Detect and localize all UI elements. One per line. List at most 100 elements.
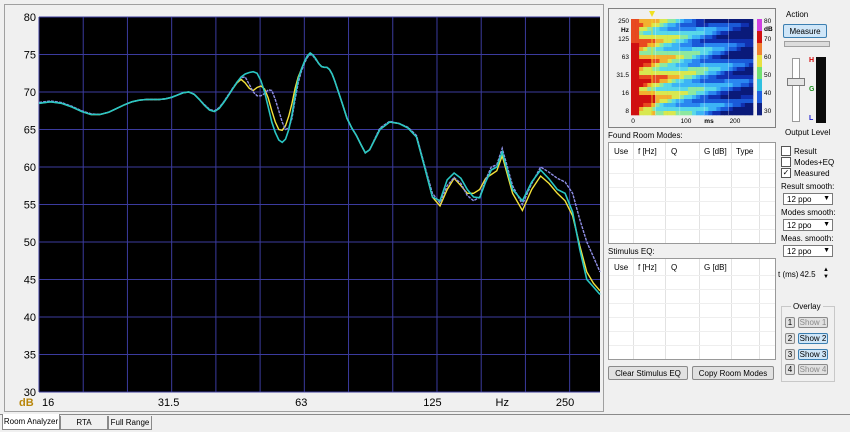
chevron-down-icon[interactable]: ▼ [823, 247, 830, 254]
overlay-1-number[interactable]: 1 [785, 317, 795, 328]
modes-smooth-value: 12 ppo [787, 220, 812, 230]
heatmap-cell [704, 35, 709, 40]
heatmap-cell [679, 51, 685, 56]
row-divider [609, 275, 775, 276]
heatmap-cell [732, 59, 738, 64]
output-level-slider-thumb[interactable] [787, 78, 805, 86]
heatmap-cell [720, 63, 725, 68]
row-divider [609, 187, 775, 188]
heatmap-cell [663, 35, 668, 40]
meas-smooth-label: Meas. smooth: [781, 234, 834, 243]
heatmap-cell [744, 63, 750, 68]
heatmap-cell [663, 67, 668, 72]
heatmap-cell [635, 31, 640, 36]
heatmap-cell [708, 107, 713, 112]
heatmap-cell [716, 87, 721, 92]
heatmap-cell [732, 19, 738, 24]
heatmap-cell [643, 39, 648, 44]
room-modes-table[interactable]: Use f [Hz] Q G [dB] Type [608, 142, 776, 244]
overlay-show-4-button[interactable]: Show 4 [798, 364, 828, 375]
heatmap-cell [704, 19, 709, 24]
frequency-response-plot[interactable]: 30 35 40 45 50 55 60 65 70 75 80 16 31.5 63 125 Hz 250 dB [4, 4, 604, 412]
colour-scale-segment [757, 91, 762, 104]
tab-full-range[interactable]: Full Range [108, 416, 152, 430]
tab-rta[interactable]: RTA [60, 416, 108, 430]
heatmap-cell [696, 87, 701, 92]
heatmap-cell [659, 75, 664, 80]
heatmap-cell [639, 95, 644, 100]
heatmap-cell [635, 23, 640, 28]
modes-eq-checkbox[interactable]: Modes+EQ [781, 157, 834, 167]
stimulus-eq-table[interactable]: Use f [Hz] Q G [dB] [608, 258, 776, 360]
overlay-4-number[interactable]: 4 [785, 364, 795, 375]
copy-room-modes-button[interactable]: Copy Room Modes [692, 366, 774, 380]
overlay-2-number[interactable]: 2 [785, 333, 795, 344]
heatmap-cell [700, 23, 705, 28]
heatmap-cell [667, 67, 672, 72]
heatmap-cell [748, 43, 754, 48]
heatmap-cell [740, 103, 746, 108]
overlay-3-number[interactable]: 3 [785, 349, 795, 360]
spin-up-icon[interactable]: ▲ [823, 267, 829, 273]
heatmap-cell [643, 103, 648, 108]
time-value[interactable]: 42.5 [800, 270, 816, 279]
x-tick-label: 63 [295, 397, 307, 409]
heatmap-cell [740, 99, 746, 104]
result-checkbox-box[interactable] [781, 146, 791, 156]
heatmap-cell [712, 47, 717, 52]
heatmap-cell [679, 63, 685, 68]
heatmap-cell [716, 19, 721, 24]
heatmap-cell [708, 55, 713, 60]
time-spinner[interactable]: 42.5 ▲ ▼ [798, 267, 830, 281]
modes-smooth-select[interactable]: 12 ppo ▼ [783, 219, 833, 231]
heatmap-cell [671, 19, 677, 24]
heatmap-cell [647, 95, 652, 100]
heatmap-cell [639, 87, 644, 92]
heatmap-cell [716, 67, 721, 72]
heatmap-cell [708, 63, 713, 68]
overlay-show-2-button[interactable]: Show 2 [798, 333, 828, 344]
room-modes-title: Found Room Modes: [608, 131, 683, 140]
output-level-slider[interactable] [792, 58, 800, 122]
meas-smooth-select[interactable]: 12 ppo ▼ [783, 245, 833, 257]
frequency-response-chart[interactable]: 303540455055606570758016 31.5 63 125 Hz 250dB [5, 5, 603, 411]
result-checkbox[interactable]: Result [781, 146, 817, 156]
overlay-show-1-button[interactable]: Show 1 [798, 317, 828, 328]
col-divider [699, 259, 700, 359]
y-tick-label: 50 [24, 237, 36, 249]
heatmap-cell [659, 63, 664, 68]
waterfall-heatmap: 250 125 63 31.5 16 8 Hz 0 100 ms 200 80 70 60 50 40 30 dB [608, 8, 776, 128]
measured-checkbox[interactable]: ✓ Measured [781, 168, 830, 178]
result-smooth-select[interactable]: 12 ppo ▼ [783, 193, 833, 205]
heatmap-cell [659, 79, 664, 84]
chevron-down-icon[interactable]: ▼ [823, 195, 830, 202]
y-tick-label: 70 [24, 87, 36, 99]
heatmap-cell [700, 19, 705, 24]
heatmap-cell [716, 63, 721, 68]
col-divider [731, 143, 732, 243]
modes-eq-checkbox-box[interactable] [781, 157, 791, 167]
overlay-show-3-button[interactable]: Show 3 [798, 349, 828, 360]
measured-checkbox-box[interactable]: ✓ [781, 168, 791, 178]
heatmap-cell [631, 35, 636, 40]
chevron-down-icon[interactable]: ▼ [823, 221, 830, 228]
heatmap-cell [655, 19, 660, 24]
heatmap-cell [659, 55, 664, 60]
heatmap-cell [728, 19, 733, 24]
tab-room-analyzer[interactable]: Room Analyzer [2, 414, 60, 430]
measure-button[interactable]: Measure [783, 24, 827, 38]
heatmap-x-tick: 0 [631, 118, 635, 125]
heatmap-cell [675, 67, 681, 72]
spin-down-icon[interactable]: ▼ [823, 274, 829, 280]
heatmap-cell [716, 39, 721, 44]
heatmap-cell [683, 35, 689, 40]
x-tick-label: 31.5 [158, 397, 179, 409]
heatmap-cell [635, 87, 640, 92]
heatmap-cell [643, 87, 648, 92]
x-tick-label: 16 [42, 397, 54, 409]
heatmap-cell [740, 91, 746, 96]
heatmap-cell [728, 95, 733, 100]
heatmap-cell [643, 59, 648, 64]
clear-stimulus-eq-button[interactable]: Clear Stimulus EQ [608, 366, 688, 380]
heatmap-cell [704, 63, 709, 68]
